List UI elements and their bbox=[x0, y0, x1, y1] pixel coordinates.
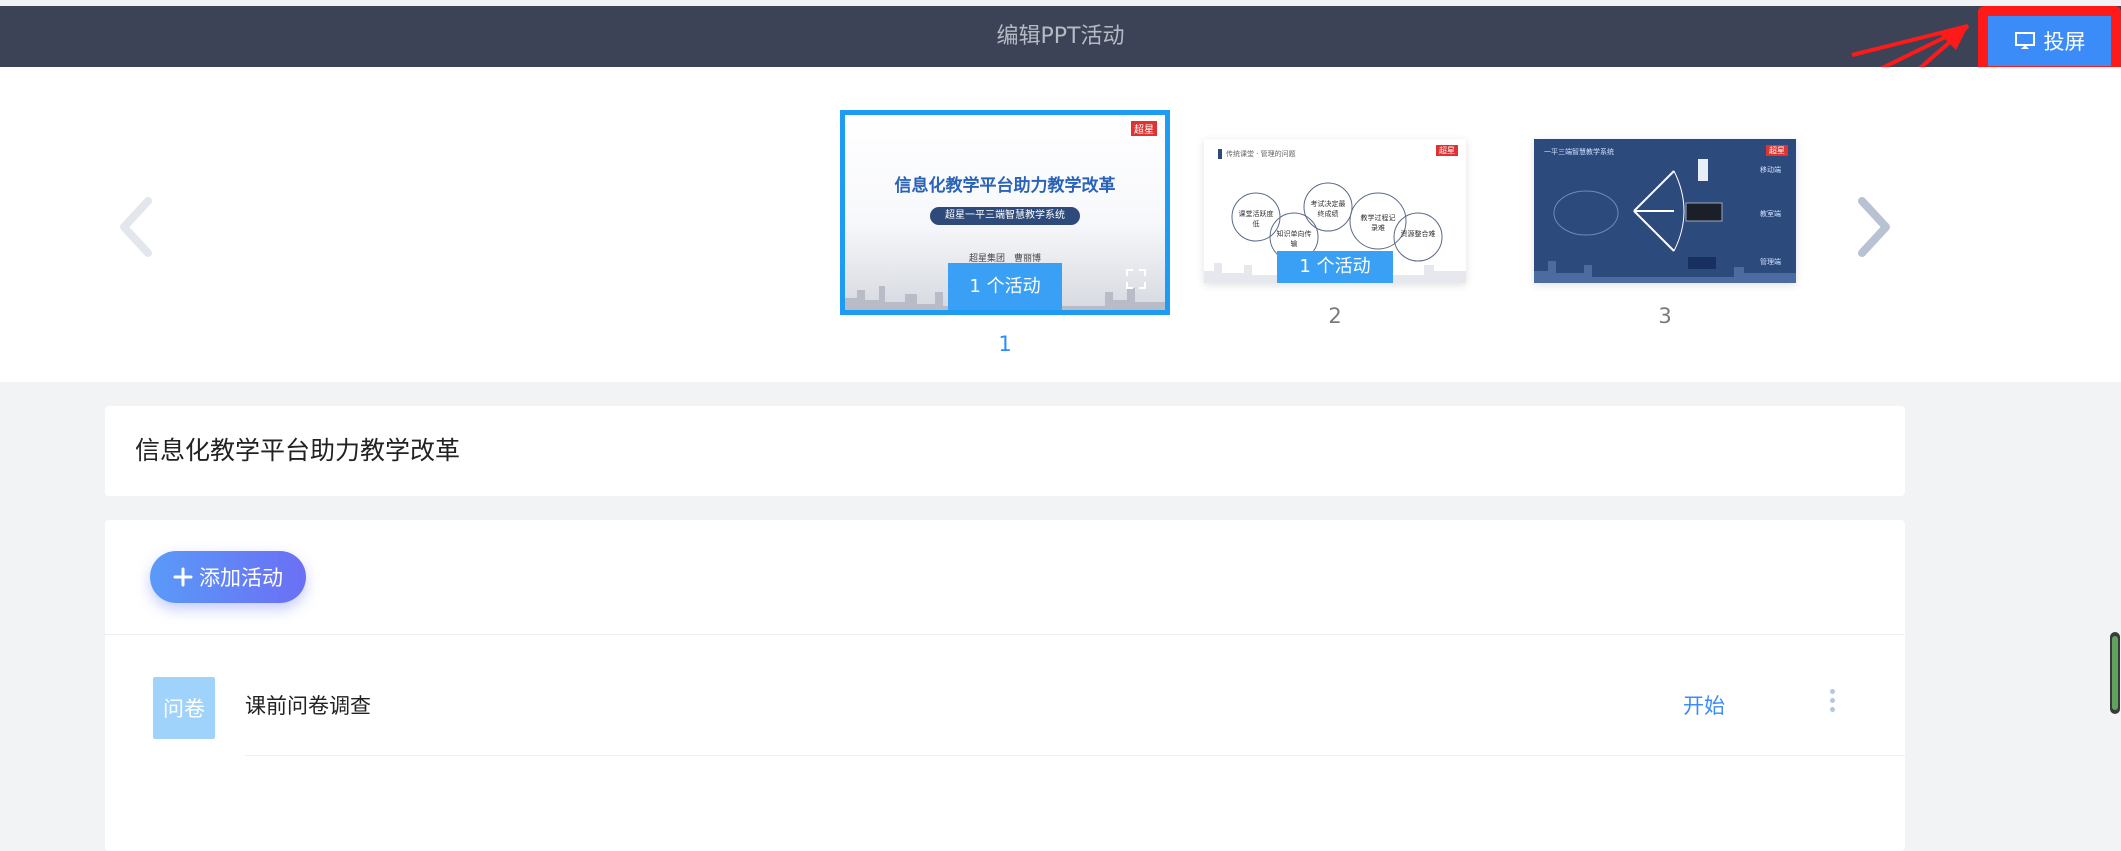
slide-2-bubble-label: 考试决定最终成绩 bbox=[1310, 200, 1346, 218]
slide-1-logo: 超星 bbox=[1131, 121, 1157, 136]
slide-thumbnail-3[interactable]: 一平三端智慧教学系统 超星 移动端 教室端 管理端 bbox=[1534, 139, 1796, 283]
slide-2-bubble-label: 教学过程记录难 bbox=[1360, 214, 1396, 232]
slide-number-3: 3 bbox=[1658, 304, 1672, 328]
slide-carousel: 超星 信息化教学平台助力教学改革 超星一平三端智慧教学系统 超星集团 曹丽博 1… bbox=[0, 67, 2121, 382]
slide-2-bubble-label: 资源整合难 bbox=[1400, 230, 1436, 238]
add-activity-label: 添加活动 bbox=[199, 566, 283, 590]
activity-type-badge: 问卷 bbox=[153, 677, 215, 739]
add-activity-button[interactable]: 添加活动 bbox=[150, 551, 306, 603]
slide-number-2: 2 bbox=[1328, 304, 1342, 328]
cast-button[interactable]: 投屏 bbox=[1988, 16, 2111, 66]
slide-thumbnail-2[interactable]: 传统课堂 · 管理的问题 超星 课堂活跃度低 知识单向传输 考试决定最终成绩 教… bbox=[1204, 139, 1466, 283]
start-activity-button[interactable]: 开始 bbox=[1683, 690, 1725, 720]
slide-2-bubble-label: 知识单向传输 bbox=[1276, 230, 1312, 248]
slide-thumbnail-1[interactable]: 超星 信息化教学平台助力教学改革 超星一平三端智慧教学系统 超星集团 曹丽博 1… bbox=[840, 110, 1170, 315]
chevron-left-icon[interactable] bbox=[118, 197, 154, 257]
slide-3-label: 移动端 bbox=[1760, 166, 1781, 174]
slide-3-preview: 一平三端智慧教学系统 超星 移动端 教室端 管理端 bbox=[1534, 139, 1796, 283]
monitor-icon bbox=[2014, 32, 2035, 49]
slide-2-bubble-label: 课堂活跃度低 bbox=[1238, 210, 1274, 228]
slide-3-system-diagram bbox=[1534, 159, 1796, 283]
fullscreen-icon[interactable] bbox=[1125, 268, 1147, 290]
chevron-right-icon[interactable] bbox=[1856, 197, 1892, 257]
course-title: 信息化教学平台助力教学改革 bbox=[135, 436, 461, 465]
top-header-bar: 编辑PPT活动 bbox=[0, 6, 2121, 67]
scrollbar[interactable] bbox=[2110, 632, 2120, 714]
slide-1-activity-badge: 1 个活动 bbox=[948, 263, 1062, 310]
divider bbox=[105, 634, 1905, 635]
row-divider bbox=[245, 755, 1905, 756]
slide-1-subtitle: 超星一平三端智慧教学系统 bbox=[930, 207, 1080, 225]
page: 编辑PPT活动 投屏 超星 信息化教学平台助力教学改革 超星一平三端智慧教学系统… bbox=[0, 0, 2121, 851]
more-vertical-icon[interactable] bbox=[1827, 689, 1837, 717]
plus-icon bbox=[173, 567, 193, 587]
cast-button-label: 投屏 bbox=[2043, 30, 2086, 54]
slide-3-label: 教室端 bbox=[1760, 210, 1781, 218]
activities-card: 添加活动 问卷 课前问卷调查 开始 bbox=[105, 520, 1905, 851]
course-title-card: 信息化教学平台助力教学改革 bbox=[105, 406, 1905, 496]
slide-1-main-title: 信息化教学平台助力教学改革 bbox=[894, 176, 1116, 196]
slide-2-activity-badge: 1 个活动 bbox=[1277, 251, 1393, 283]
page-title: 编辑PPT活动 bbox=[996, 24, 1125, 49]
cast-button-highlight: 投屏 bbox=[1978, 6, 2121, 76]
slide-number-1: 1 bbox=[998, 332, 1012, 356]
activity-name: 课前问卷调查 bbox=[245, 694, 371, 718]
slide-3-label: 管理端 bbox=[1760, 258, 1781, 266]
